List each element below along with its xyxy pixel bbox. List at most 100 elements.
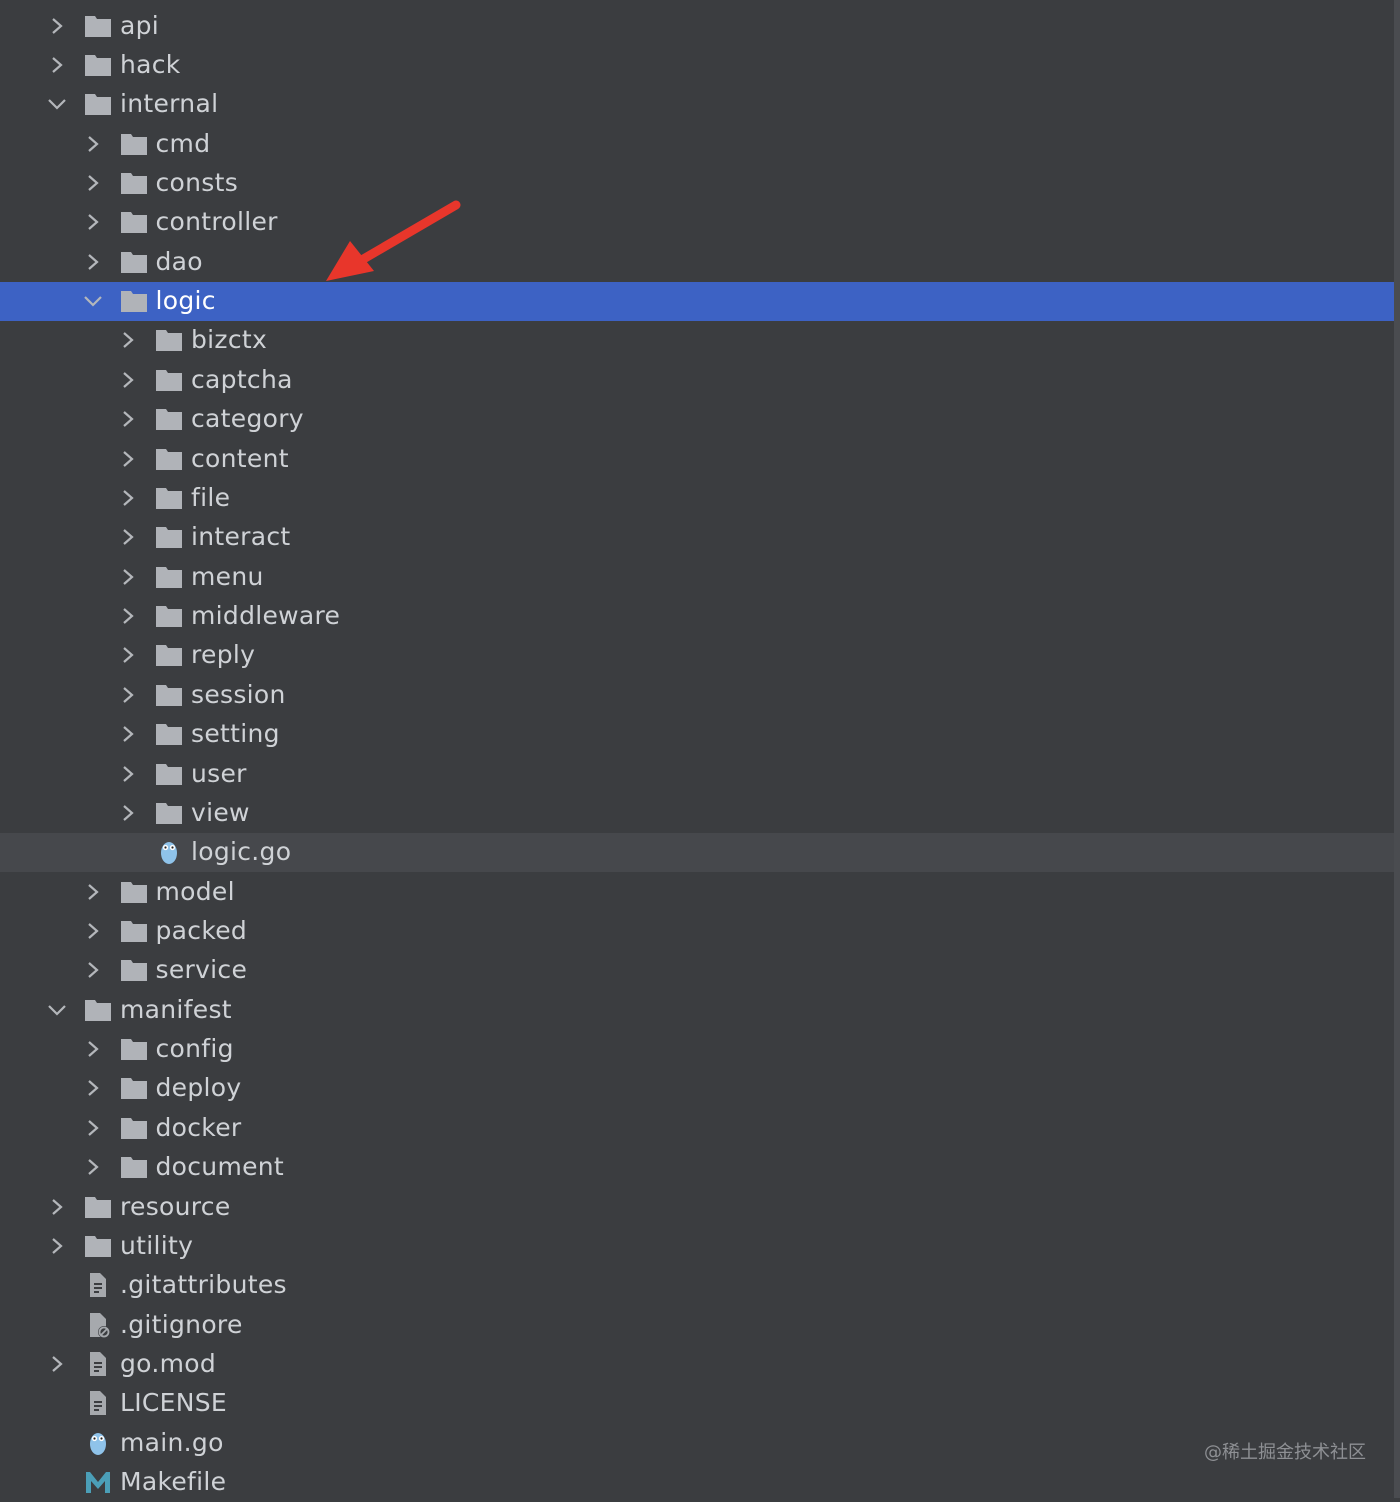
tree-item-label: captcha — [191, 364, 293, 394]
chevron-right-icon[interactable] — [118, 488, 138, 508]
tree-folder-captcha[interactable]: captcha — [0, 361, 1394, 400]
tree-item-label: resource — [120, 1191, 231, 1221]
tree-item-label: content — [191, 443, 289, 473]
chevron-right-icon[interactable] — [47, 1354, 67, 1374]
tree-folder-category[interactable]: category — [0, 400, 1394, 439]
chevron-right-icon[interactable] — [118, 645, 138, 665]
folder-icon — [120, 249, 148, 275]
tree-folder-file[interactable]: file — [0, 479, 1394, 518]
tree-folder-utility[interactable]: utility — [0, 1227, 1394, 1266]
tree-file-go-mod[interactable]: go.mod — [0, 1345, 1394, 1384]
scrollbar-track[interactable] — [1394, 0, 1400, 1498]
chevron-right-icon[interactable] — [83, 173, 103, 193]
chevron-right-icon[interactable] — [118, 724, 138, 744]
tree-item-label: .gitignore — [120, 1309, 243, 1339]
chevron-right-icon[interactable] — [118, 527, 138, 547]
tree-folder-logic[interactable]: logic — [0, 282, 1394, 322]
tree-folder-api[interactable]: api — [0, 7, 1394, 46]
chevron-right-icon[interactable] — [118, 330, 138, 350]
tree-folder-consts[interactable]: consts — [0, 164, 1394, 203]
chevron-right-icon[interactable] — [83, 1078, 103, 1098]
tree-folder-reply[interactable]: reply — [0, 636, 1394, 675]
chevron-right-icon[interactable] — [47, 1197, 67, 1217]
folder-icon — [120, 170, 148, 196]
chevron-right-icon[interactable] — [83, 134, 103, 154]
chevron-down-icon[interactable] — [47, 94, 67, 114]
chevron-right-icon[interactable] — [118, 685, 138, 705]
tree-folder-setting[interactable]: setting — [0, 715, 1394, 754]
tree-file-gitignore[interactable]: .gitignore — [0, 1306, 1394, 1345]
chevron-right-icon[interactable] — [118, 567, 138, 587]
tree-folder-docker[interactable]: docker — [0, 1109, 1394, 1148]
tree-file-main-go[interactable]: main.go — [0, 1424, 1394, 1463]
tree-folder-content[interactable]: content — [0, 440, 1394, 479]
tree-folder-cmd[interactable]: cmd — [0, 125, 1394, 164]
chevron-right-icon[interactable] — [118, 606, 138, 626]
tree-item-label: docker — [155, 1112, 242, 1142]
chevron-right-icon[interactable] — [83, 1157, 103, 1177]
folder-icon — [155, 800, 183, 826]
chevron-right-icon[interactable] — [83, 1039, 103, 1059]
tree-folder-interact[interactable]: interact — [0, 518, 1394, 557]
tree-folder-session[interactable]: session — [0, 676, 1394, 715]
chevron-right-icon[interactable] — [83, 252, 103, 272]
tree-folder-model[interactable]: model — [0, 873, 1394, 912]
tree-item-label: logic — [155, 286, 216, 316]
tree-folder-config[interactable]: config — [0, 1030, 1394, 1069]
tree-item-label: document — [155, 1152, 285, 1182]
chevron-right-icon[interactable] — [83, 882, 103, 902]
folder-icon — [155, 367, 183, 393]
tree-folder-service[interactable]: service — [0, 951, 1394, 990]
tree-folder-resource[interactable]: resource — [0, 1188, 1394, 1227]
tree-folder-internal[interactable]: internal — [0, 85, 1394, 124]
tree-item-label: service — [155, 955, 248, 985]
tree-item-label: go.mod — [120, 1349, 216, 1379]
folder-icon — [155, 682, 183, 708]
tree-item-label: LICENSE — [120, 1388, 228, 1418]
chevron-right-icon[interactable] — [83, 1118, 103, 1138]
tree-item-label: consts — [155, 167, 239, 197]
tree-item-label: .gitattributes — [120, 1270, 287, 1300]
tree-folder-dao[interactable]: dao — [0, 243, 1394, 282]
chevron-down-icon[interactable] — [83, 291, 103, 311]
chevron-right-icon[interactable] — [83, 212, 103, 232]
chevron-right-icon[interactable] — [118, 803, 138, 823]
tree-folder-middleware[interactable]: middleware — [0, 597, 1394, 636]
tree-folder-bizctx[interactable]: bizctx — [0, 321, 1394, 360]
chevron-right-icon[interactable] — [83, 960, 103, 980]
chevron-right-icon[interactable] — [47, 16, 67, 36]
watermark: @稀土掘金技术社区 — [1204, 1442, 1366, 1463]
tree-folder-packed[interactable]: packed — [0, 912, 1394, 951]
chevron-right-icon[interactable] — [118, 449, 138, 469]
folder-icon — [155, 761, 183, 787]
tree-item-label: controller — [155, 207, 278, 237]
go-gopher-icon — [155, 839, 183, 865]
chevron-right-icon[interactable] — [118, 764, 138, 784]
folder-icon — [120, 288, 148, 314]
tree-file-gitattributes[interactable]: .gitattributes — [0, 1266, 1394, 1305]
chevron-right-icon[interactable] — [83, 921, 103, 941]
tree-folder-view[interactable]: view — [0, 794, 1394, 833]
tree-item-label: logic.go — [191, 837, 292, 867]
chevron-right-icon[interactable] — [47, 1236, 67, 1256]
tree-item-label: packed — [155, 916, 248, 945]
tree-folder-user[interactable]: user — [0, 755, 1394, 794]
tree-file-license[interactable]: LICENSE — [0, 1384, 1394, 1423]
tree-file-logic-go[interactable]: logic.go — [0, 833, 1394, 873]
text-file-icon — [84, 1272, 112, 1298]
tree-folder-manifest[interactable]: manifest — [0, 991, 1394, 1030]
tree-folder-deploy[interactable]: deploy — [0, 1069, 1394, 1108]
chevron-right-icon[interactable] — [118, 409, 138, 429]
chevron-right-icon[interactable] — [118, 370, 138, 390]
tree-folder-controller[interactable]: controller — [0, 203, 1394, 242]
folder-icon — [155, 485, 183, 511]
chevron-down-icon[interactable] — [47, 1000, 67, 1020]
tree-file-makefile[interactable]: Makefile — [0, 1463, 1394, 1502]
tree-item-label: user — [191, 758, 247, 788]
tree-item-label: deploy — [155, 1073, 242, 1103]
tree-folder-menu[interactable]: menu — [0, 558, 1394, 597]
tree-folder-document[interactable]: document — [0, 1148, 1394, 1187]
chevron-right-icon[interactable] — [47, 55, 67, 75]
tree-folder-hack[interactable]: hack — [0, 46, 1394, 85]
tree-item-label: file — [191, 482, 231, 512]
